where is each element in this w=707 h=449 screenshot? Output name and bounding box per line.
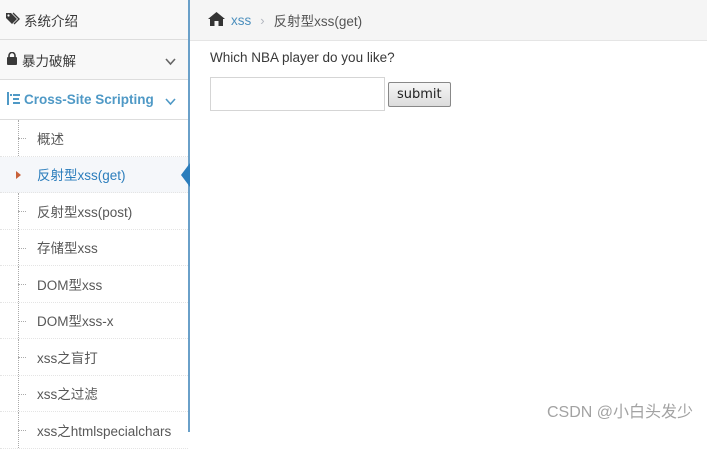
submenu-item[interactable]: DOM型xss: [0, 266, 188, 303]
submenu-item-label: xss之盲打: [37, 350, 98, 366]
submenu-item[interactable]: xss之htmlspecialchars: [0, 412, 188, 449]
submenu-item-label: xss之htmlspecialchars: [37, 423, 172, 439]
submenu-item[interactable]: 概述: [0, 120, 188, 157]
submenu-item-label: DOM型xss: [37, 277, 103, 293]
chevron-down-icon: [165, 54, 176, 69]
chevron-down-icon: [165, 94, 176, 109]
submenu-item[interactable]: xss之盲打: [0, 339, 188, 376]
submenu-item-label: 反射型xss(post): [37, 204, 133, 220]
submenu-item[interactable]: xss之过滤: [0, 375, 188, 412]
breadcrumb-current: 反射型xss(get): [273, 14, 363, 29]
active-pointer: [181, 162, 190, 187]
sidebar-item-label: 暴力破解: [22, 53, 76, 69]
submenu-item-label: 反射型xss(get): [37, 168, 126, 184]
breadcrumb-link[interactable]: xss: [231, 13, 251, 28]
sidebar-item-xss[interactable]: Cross-Site Scripting: [0, 80, 188, 120]
home-icon[interactable]: [208, 11, 225, 29]
submit-button[interactable]: submit: [388, 81, 451, 107]
breadcrumb: xss › 反射型xss(get): [190, 0, 707, 41]
watermark: CSDN @小白头发少: [546, 404, 693, 421]
player-input[interactable]: [210, 77, 385, 111]
chevron-right-icon: ›: [260, 12, 265, 28]
submenu-item-label: 存储型xss: [37, 241, 98, 257]
submenu-item-label: 概述: [37, 131, 64, 147]
submenu-item[interactable]: DOM型xss-x: [0, 302, 188, 339]
form: submit: [210, 77, 451, 111]
submenu-item-active[interactable]: 反射型xss(get): [0, 156, 190, 193]
xss-submenu: 概述 反射型xss(get) 反射型xss(post) 存储型xss DOM型x…: [0, 120, 190, 449]
submenu-item[interactable]: 反射型xss(post): [0, 193, 188, 230]
list-icon: [6, 91, 20, 108]
sidebar: 系统介绍 暴力破解 Cross-Site Scripting 概述 反射型xss…: [0, 0, 190, 449]
submenu-item[interactable]: 存储型xss: [0, 229, 188, 266]
main-content: Which NBA player do you like? submit: [210, 50, 451, 111]
sidebar-item-label: Cross-Site Scripting: [24, 92, 154, 107]
tags-icon: [6, 12, 24, 28]
sidebar-item-label: 系统介绍: [24, 13, 78, 29]
caret-right-icon: [16, 170, 21, 179]
lock-icon: [6, 51, 18, 68]
sidebar-item-intro[interactable]: 系统介绍: [0, 0, 188, 40]
submenu-item-label: DOM型xss-x: [37, 314, 114, 330]
question-label: Which NBA player do you like?: [210, 50, 395, 65]
sidebar-item-bruteforce[interactable]: 暴力破解: [0, 40, 188, 80]
submenu-item-label: xss之过滤: [37, 387, 98, 403]
